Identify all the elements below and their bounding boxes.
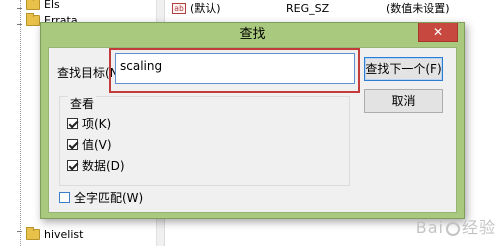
- find-dialog: 查找 ✕ 查找目标(N): scaling 查找下一个(F) 取消 查看 项(K…: [40, 22, 465, 219]
- tree-tick: [17, 8, 22, 9]
- match-whole-string[interactable]: 全字匹配(W): [59, 189, 143, 206]
- match-whole-label: 全字匹配(W): [74, 191, 144, 205]
- checkbox-keys[interactable]: [67, 118, 78, 129]
- checkbox-match-whole[interactable]: [59, 192, 70, 203]
- paw-logo-icon: [445, 221, 460, 236]
- folder-icon: [26, 12, 40, 26]
- option-values[interactable]: 值(V): [67, 136, 112, 153]
- close-button[interactable]: ✕: [418, 23, 458, 42]
- value-row[interactable]: ab (默认) REG_SZ (数值未设置): [172, 0, 500, 16]
- cancel-button[interactable]: 取消: [364, 89, 443, 113]
- value-type: REG_SZ: [286, 1, 330, 15]
- baidu-watermark: Bai 经验: [416, 214, 496, 238]
- watermark-text-right: 经验: [461, 218, 496, 237]
- checkbox-values[interactable]: [67, 139, 78, 150]
- tree-item-label: hivelist: [44, 227, 84, 241]
- option-values-label: 值(V): [82, 138, 112, 152]
- option-keys-label: 项(K): [82, 117, 112, 131]
- look-at-legend: 查看: [68, 95, 97, 112]
- dialog-title: 查找: [239, 27, 266, 42]
- checkbox-data[interactable]: [67, 160, 78, 171]
- watermark-text-left: Bai: [415, 218, 444, 237]
- value-name: (默认): [190, 2, 221, 15]
- tree-tick: [17, 231, 22, 232]
- option-data-label: 数据(D): [82, 159, 125, 173]
- value-data: (数值未设置): [386, 2, 450, 15]
- tree-item-label: Els: [44, 0, 60, 11]
- option-keys[interactable]: 项(K): [67, 115, 111, 132]
- close-icon: ✕: [432, 25, 444, 39]
- dialog-body: 查找目标(N): scaling 查找下一个(F) 取消 查看 项(K) 值(V…: [48, 47, 457, 213]
- tree-tick: [17, 24, 22, 25]
- tree-item-els[interactable]: Els: [26, 0, 60, 12]
- tree-item-hivelist[interactable]: hivelist: [26, 226, 83, 242]
- tree-connector-line: [20, 0, 21, 246]
- find-next-button[interactable]: 查找下一个(F): [364, 57, 443, 81]
- find-what-input[interactable]: scaling: [115, 53, 355, 84]
- string-value-icon: ab: [172, 2, 186, 14]
- option-data[interactable]: 数据(D): [67, 157, 125, 174]
- folder-icon: [26, 226, 40, 240]
- folder-icon: [26, 0, 40, 10]
